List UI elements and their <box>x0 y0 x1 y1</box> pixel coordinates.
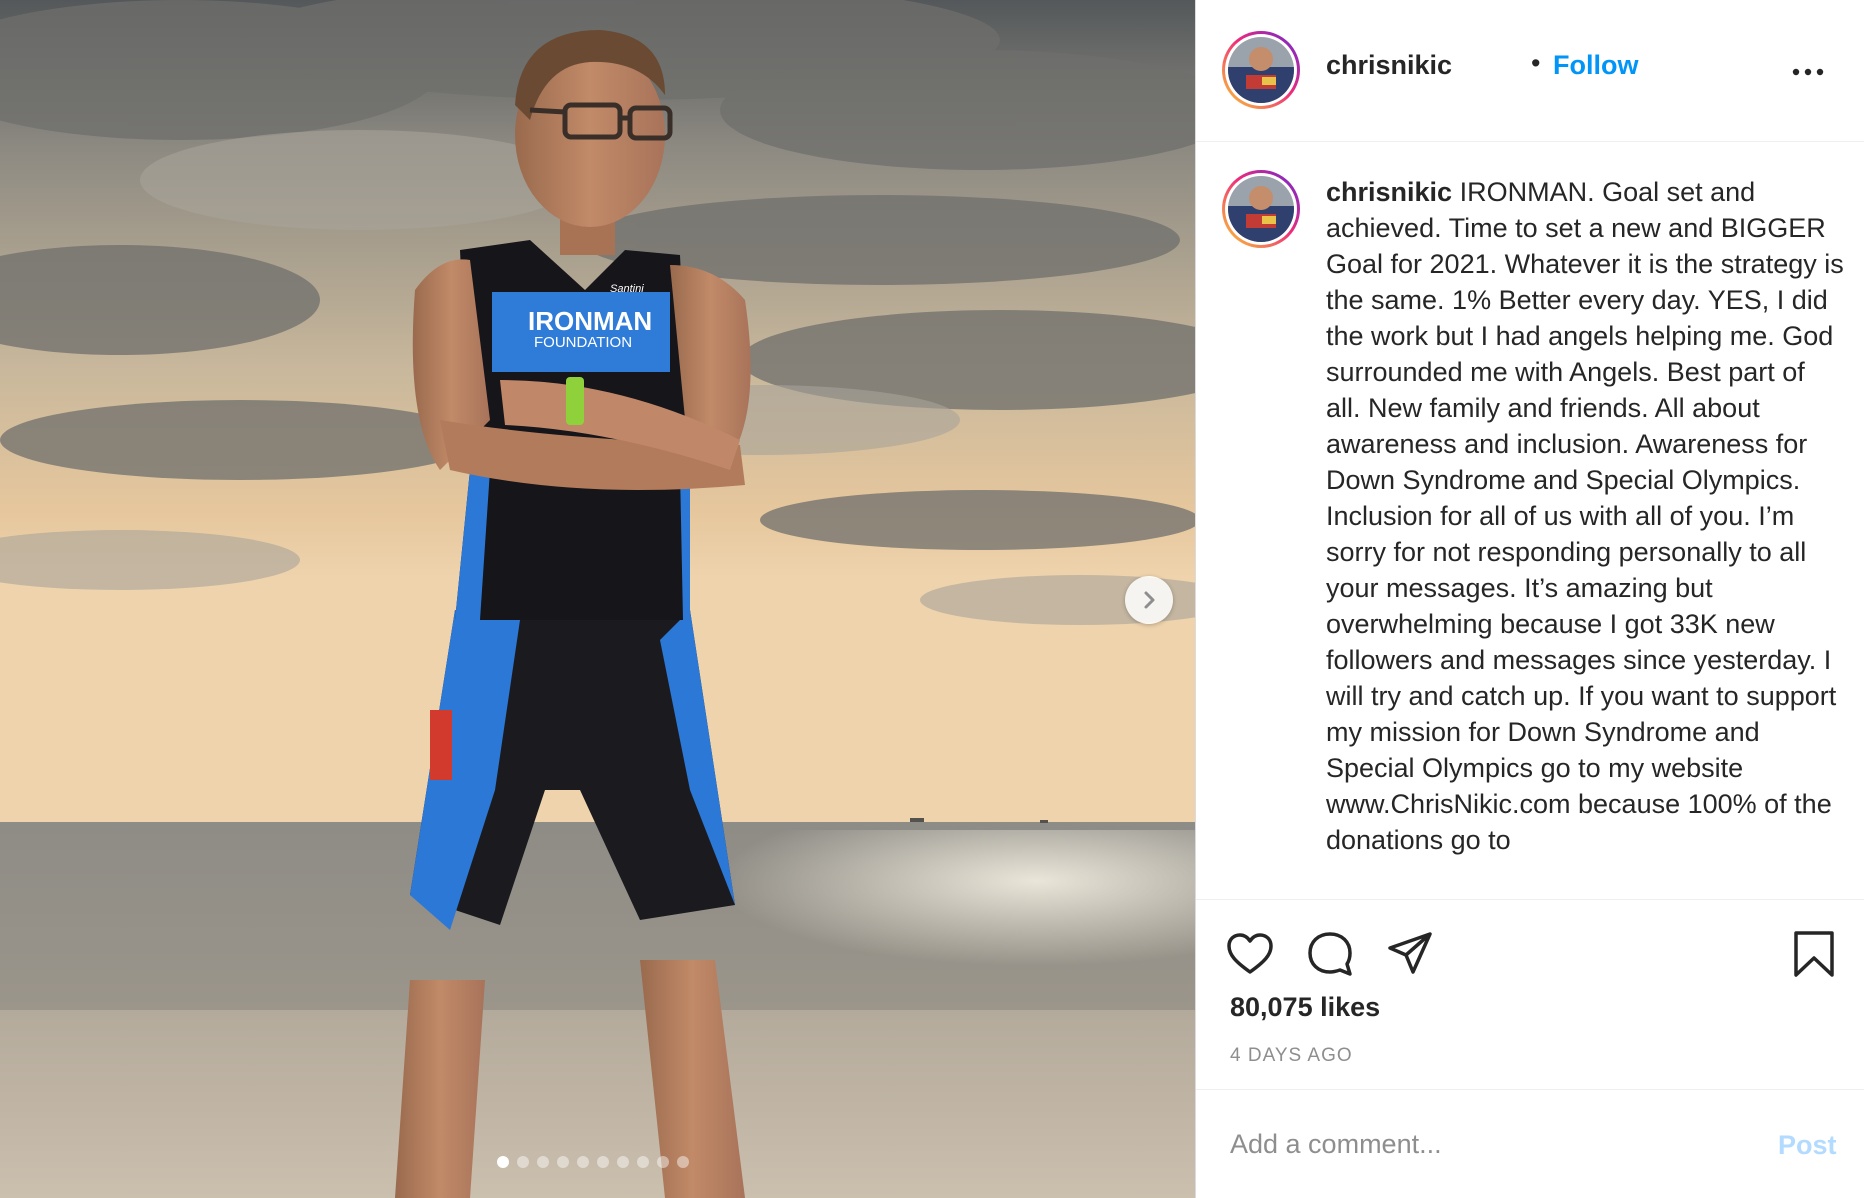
next-slide-button[interactable] <box>1125 576 1173 624</box>
post-comment-button[interactable]: Post <box>1778 1130 1837 1161</box>
jersey-sub-text: FOUNDATION <box>534 334 632 351</box>
avatar[interactable] <box>1222 31 1300 109</box>
carousel-dot <box>577 1156 589 1168</box>
post-header: chrisnikic • Follow <box>1196 0 1864 142</box>
carousel-dot <box>517 1156 529 1168</box>
post-actions: 80,075 likes 4 DAYS AGO <box>1196 899 1864 1089</box>
post-caption: chrisnikic IRONMAN. Goal set and achieve… <box>1326 174 1846 858</box>
instagram-post-viewer: IRONMAN FOUNDATION Santini chrisnikic • … <box>0 0 1864 1198</box>
caption-avatar[interactable] <box>1222 170 1300 248</box>
likes-count[interactable]: 80,075 likes <box>1230 992 1380 1023</box>
carousel-indicator <box>497 1156 689 1168</box>
bookmark-icon[interactable] <box>1788 928 1840 980</box>
paper-plane-icon[interactable] <box>1384 928 1436 980</box>
caption-avatar-image <box>1228 176 1294 242</box>
carousel-dot <box>677 1156 689 1168</box>
post-side-panel: chrisnikic • Follow chrisnikic IRONMAN. … <box>1195 0 1864 1198</box>
follow-button[interactable]: Follow <box>1553 50 1638 81</box>
more-options-icon[interactable] <box>1788 62 1828 82</box>
avatar-image <box>1228 37 1294 103</box>
heart-icon[interactable] <box>1224 928 1276 980</box>
post-photo[interactable]: IRONMAN FOUNDATION Santini <box>0 0 1195 1198</box>
photo-scene: IRONMAN FOUNDATION Santini <box>0 0 1195 1198</box>
carousel-dot <box>657 1156 669 1168</box>
comment-input[interactable] <box>1230 1122 1730 1166</box>
jersey-brand-text: IRONMAN <box>528 306 652 336</box>
comment-bar: Post <box>1196 1089 1864 1198</box>
header-separator: • <box>1531 48 1541 78</box>
carousel-dot <box>557 1156 569 1168</box>
chevron-right-icon <box>1144 591 1155 609</box>
comment-icon[interactable] <box>1304 928 1356 980</box>
jersey-sponsor-text: Santini <box>610 283 644 295</box>
post-timestamp[interactable]: 4 DAYS AGO <box>1230 1045 1353 1067</box>
carousel-dot <box>637 1156 649 1168</box>
carousel-dot <box>617 1156 629 1168</box>
carousel-dot <box>597 1156 609 1168</box>
carousel-dot <box>537 1156 549 1168</box>
caption-section: chrisnikic IRONMAN. Goal set and achieve… <box>1196 142 1864 899</box>
caption-text: IRONMAN. Goal set and achieved. Time to … <box>1326 177 1844 855</box>
carousel-dot <box>497 1156 509 1168</box>
post-author-username[interactable]: chrisnikic <box>1326 50 1452 81</box>
caption-username[interactable]: chrisnikic <box>1326 177 1452 207</box>
